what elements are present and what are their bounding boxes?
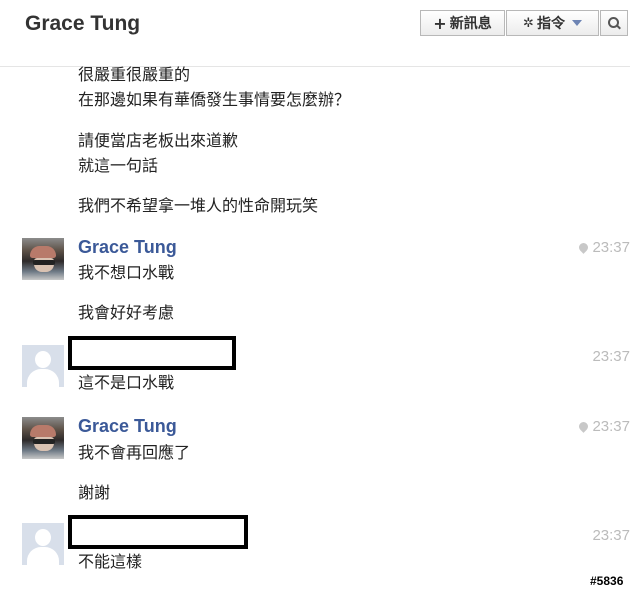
message-text: 不能這樣: [78, 552, 143, 571]
message-text: 這不是口水戰: [78, 373, 175, 392]
search-icon: [608, 17, 621, 30]
chevron-down-icon: [571, 20, 582, 26]
avatar[interactable]: [22, 523, 64, 565]
gear-icon: ✲: [523, 15, 534, 31]
location-pin-icon: [577, 420, 591, 433]
plus-icon: +: [433, 13, 447, 33]
message-text: 很嚴重很嚴重的: [78, 65, 191, 84]
actions-label: 指令: [536, 16, 565, 32]
sender-name[interactable]: Grace Tung: [78, 237, 177, 258]
sender-name[interactable]: Grace Tung: [78, 416, 177, 437]
redacted-sender-name: [68, 515, 248, 549]
new-message-label: 新訊息: [449, 16, 492, 32]
avatar[interactable]: [22, 238, 64, 280]
message-text: 就這一句話: [78, 156, 159, 175]
search-button[interactable]: [600, 10, 628, 36]
message-timestamp: 23:37: [592, 527, 630, 544]
message-timestamp: 23:37: [577, 418, 630, 435]
message-text: 謝謝: [78, 483, 111, 502]
message-timestamp: 23:37: [592, 348, 630, 365]
avatar[interactable]: [22, 345, 64, 387]
new-message-button[interactable]: + 新訊息: [420, 10, 505, 36]
conversation-title: Grace Tung: [25, 12, 141, 35]
message-text: 我不會再回應了: [78, 443, 191, 462]
redacted-sender-name: [68, 336, 236, 370]
watermark: #5836: [590, 574, 624, 588]
message-text: 我會好好考慮: [78, 303, 175, 322]
actions-button[interactable]: ✲ 指令: [506, 10, 599, 36]
conversation-header: Grace Tung + 新訊息 ✲ 指令: [0, 0, 630, 67]
message-text: 在那邊如果有華僑發生事情要怎麼辦？: [78, 90, 351, 109]
location-pin-icon: [577, 241, 591, 254]
message-text: 請便當店老板出來道歉: [78, 131, 239, 150]
avatar[interactable]: [22, 417, 64, 459]
message-text: 我們不希望拿一堆人的性命開玩笑: [78, 196, 319, 215]
message-text: 我不想口水戰: [78, 263, 175, 282]
message-timestamp: 23:37: [577, 239, 630, 256]
